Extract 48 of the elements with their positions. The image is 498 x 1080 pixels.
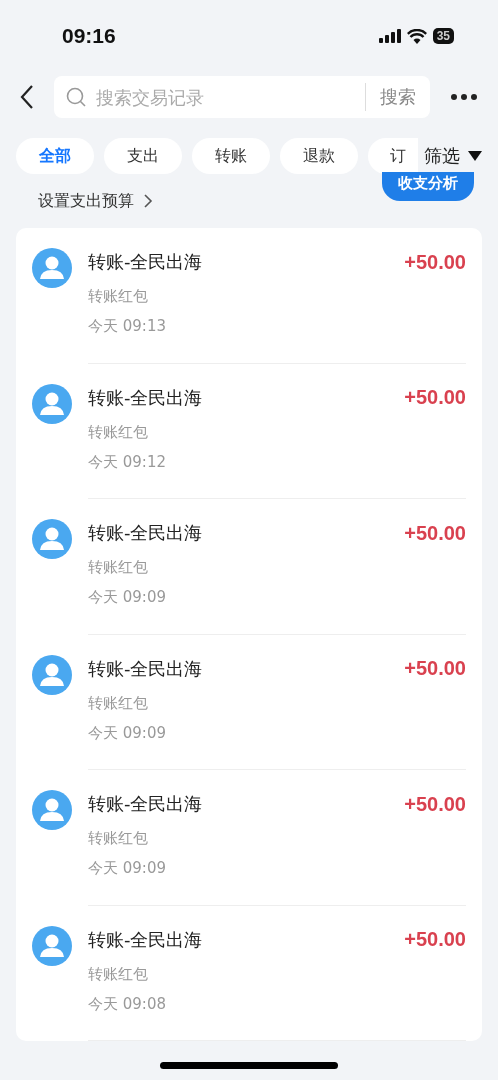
filter-tab[interactable]: 全部 — [16, 138, 94, 174]
more-icon[interactable] — [450, 93, 478, 101]
battery-indicator: 35 — [432, 28, 454, 44]
budget-link[interactable]: 设置支出预算 — [38, 190, 153, 212]
transaction-time: 今天 09:09 — [88, 859, 167, 878]
filter-tab[interactable]: 退款 — [280, 138, 358, 174]
filter-tab[interactable]: 订 — [368, 138, 418, 174]
transaction-time: 今天 09:09 — [88, 723, 167, 743]
filter-tab[interactable]: 转账 — [192, 138, 270, 174]
transaction-type: 转账红包 — [88, 558, 149, 577]
transaction-time: 今天 09:08 — [88, 994, 167, 1014]
signal-icon — [378, 29, 401, 43]
transaction-amount: +50.00 — [404, 792, 466, 816]
transaction-type: 转账红包 — [88, 693, 149, 713]
avatar-icon — [32, 654, 72, 695]
avatar-icon — [32, 519, 72, 559]
transaction-amount: +50.00 — [404, 250, 466, 274]
transaction-time: 今天 09:09 — [88, 588, 167, 607]
transaction-title: 转账-全民出海 — [88, 927, 203, 952]
search-field[interactable]: 搜索交易记录 搜索 — [54, 76, 430, 118]
transaction-time: 今天 09:13 — [88, 317, 167, 336]
chevron-right-icon — [144, 194, 153, 208]
avatar-icon — [32, 383, 72, 424]
transaction-type: 转账红包 — [88, 422, 149, 442]
wifi-icon — [406, 28, 427, 44]
avatar-icon — [32, 248, 72, 288]
transaction-title: 转账-全民出海 — [88, 385, 203, 410]
transaction-type: 转账红包 — [88, 964, 149, 984]
transaction-amount: +50.00 — [404, 657, 466, 680]
transaction-amount: +50.00 — [404, 386, 466, 409]
transaction-title: 转账-全民出海 — [88, 521, 203, 545]
status-time: 09:16 — [62, 24, 116, 48]
avatar-icon — [32, 925, 72, 966]
transaction-amount: +50.00 — [404, 521, 466, 545]
back-icon[interactable] — [20, 84, 34, 110]
filter-tab[interactable]: 支出 — [104, 138, 182, 174]
transaction-title: 转账-全民出海 — [88, 656, 203, 681]
transaction-time: 今天 09:12 — [88, 452, 167, 472]
avatar-icon — [32, 790, 72, 830]
analysis-button[interactable]: 收支分析 — [382, 172, 474, 201]
transaction-title: 转账-全民出海 — [88, 250, 203, 274]
search-icon — [66, 87, 86, 107]
caret-icon — [468, 151, 482, 161]
transaction-type: 转账红包 — [88, 287, 149, 306]
transaction-type: 转账红包 — [88, 829, 149, 848]
search-button[interactable]: 搜索 — [374, 85, 430, 109]
transaction-amount: +50.00 — [404, 928, 466, 951]
transaction-title: 转账-全民出海 — [88, 792, 203, 816]
